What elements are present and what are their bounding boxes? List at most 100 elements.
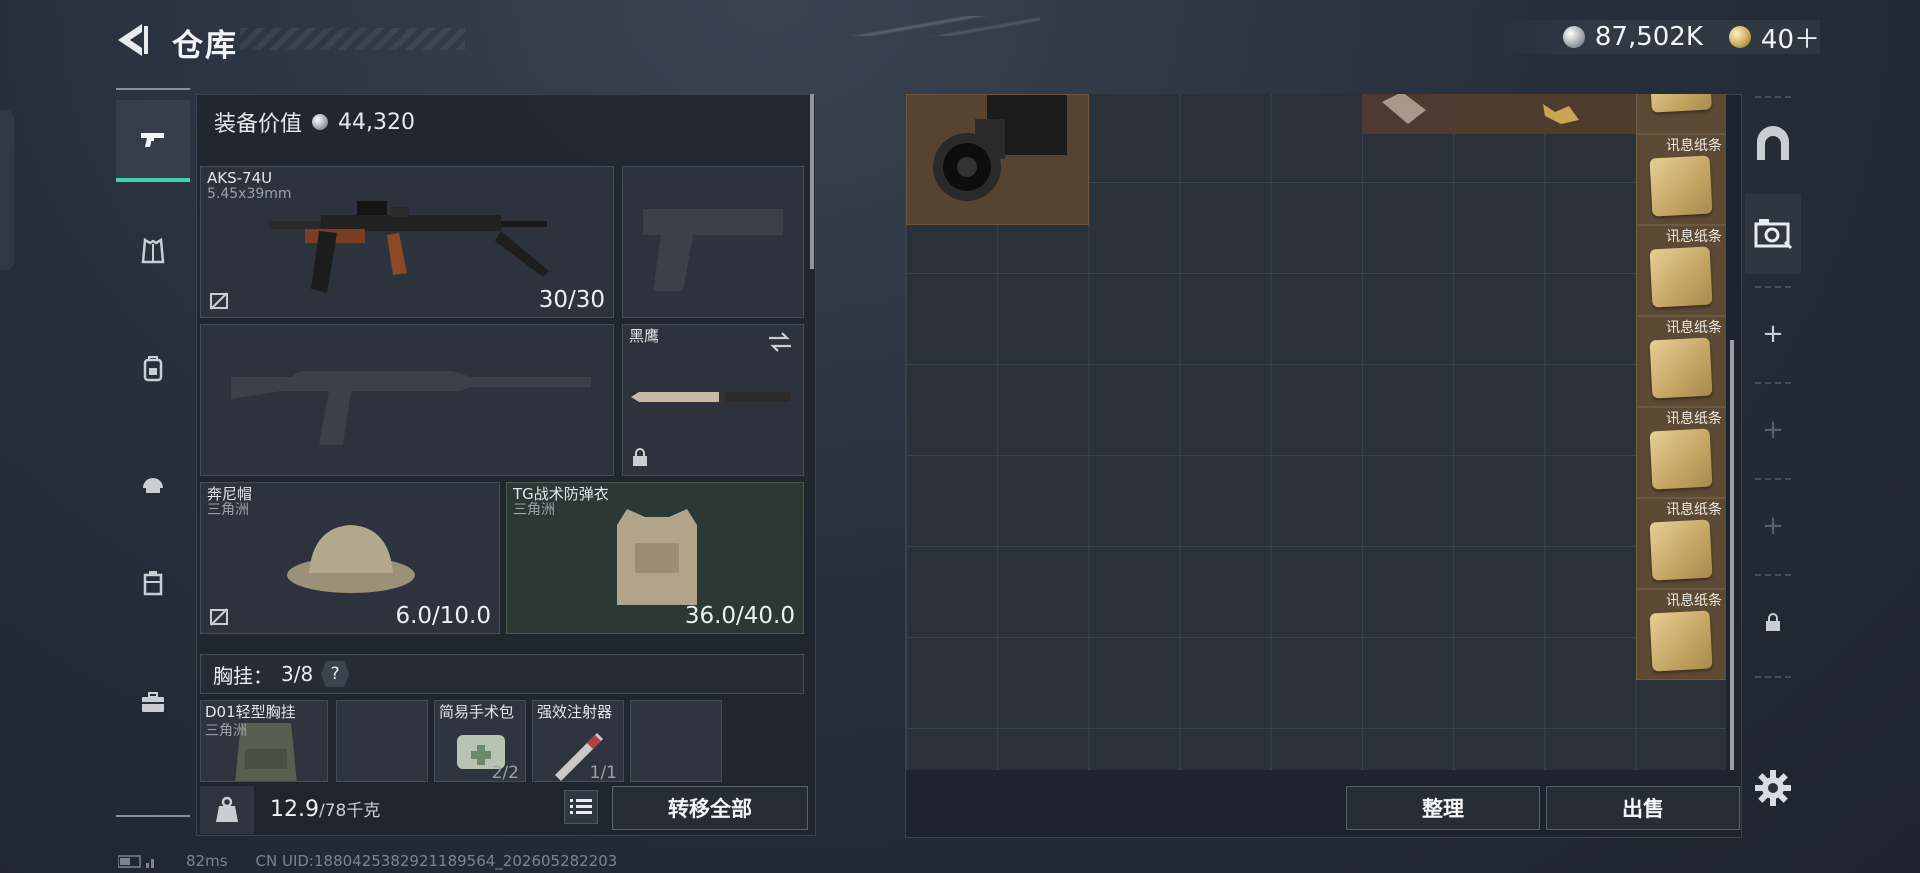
rail-tab-backpack[interactable] bbox=[116, 328, 190, 410]
rail-tab-container[interactable] bbox=[116, 542, 190, 624]
vest-icon bbox=[141, 237, 165, 264]
weight-icon bbox=[216, 796, 238, 822]
note-item[interactable]: 讯息纸条 bbox=[1636, 407, 1726, 498]
helmet-durability: 6.0/10.0 bbox=[395, 603, 491, 629]
note-item-partial[interactable] bbox=[1636, 94, 1726, 134]
title-stripe-decoration bbox=[240, 28, 465, 50]
boonie-hat-image bbox=[287, 525, 415, 593]
pistol-silhouette-icon bbox=[643, 209, 783, 291]
rig-item-name: 简易手术包 bbox=[439, 703, 515, 721]
note-paper-image bbox=[1649, 519, 1713, 581]
melee-slot[interactable]: 黑鹰 bbox=[622, 324, 804, 476]
note-paper-image bbox=[1650, 94, 1712, 113]
weight-lock-button[interactable] bbox=[200, 786, 254, 834]
note-label: 讯息纸条 bbox=[1666, 502, 1722, 518]
locked-page-button[interactable] bbox=[1745, 582, 1801, 662]
uid-readout: CN UID:18804253829211895​64_202605282203 bbox=[255, 852, 618, 870]
rail-separator bbox=[1755, 478, 1791, 480]
note-paper-image bbox=[1649, 337, 1713, 399]
gold-coin-icon bbox=[1728, 26, 1751, 48]
rig-item-origin: 三角洲 bbox=[205, 723, 247, 739]
stash-page-button[interactable] bbox=[1745, 104, 1801, 184]
rail-tab-helmet[interactable] bbox=[116, 442, 190, 524]
weapon-ammo: 30/30 bbox=[538, 287, 605, 313]
status-footer: 82ms CN UID:18804253829211895​64_2026052… bbox=[118, 852, 617, 870]
rig-item-slot-empty[interactable] bbox=[630, 700, 722, 782]
melee-name: 黑鹰 bbox=[629, 327, 660, 345]
camera-item[interactable] bbox=[906, 94, 1089, 225]
rail-tab-tools[interactable] bbox=[116, 662, 190, 744]
settings-button[interactable] bbox=[1753, 768, 1793, 808]
note-item[interactable]: 讯息纸条 bbox=[1636, 589, 1726, 680]
rig-item-count: 1/1 bbox=[589, 763, 617, 782]
silver-amount: 87,502K bbox=[1594, 22, 1703, 52]
plus-icon: + bbox=[1762, 415, 1784, 445]
add-page-button-disabled[interactable]: + bbox=[1745, 486, 1801, 566]
rig-item-slot-3[interactable]: 强效注射器 1/1 bbox=[532, 700, 624, 782]
chest-rig-bar: 胸挂： 3/8 ? bbox=[200, 654, 804, 694]
note-paper-image bbox=[1649, 246, 1713, 308]
note-label: 讯息纸条 bbox=[1666, 320, 1722, 336]
sell-button[interactable]: 出售 bbox=[1546, 786, 1740, 830]
helmet-origin: 三角洲 bbox=[207, 502, 249, 518]
no-insure-icon bbox=[210, 608, 228, 626]
rail-tab-weapons[interactable] bbox=[116, 100, 190, 182]
note-label: 讯息纸条 bbox=[1666, 229, 1722, 245]
lock-icon bbox=[633, 448, 647, 466]
rail-tab-rig[interactable] bbox=[116, 210, 190, 292]
list-view-button[interactable] bbox=[564, 790, 598, 824]
document-item-image bbox=[1382, 94, 1426, 124]
note-item[interactable]: 讯息纸条 bbox=[1636, 498, 1726, 589]
camera-sell-icon bbox=[1754, 219, 1793, 250]
knife-image bbox=[631, 389, 791, 405]
chest-rig-label: 胸挂： bbox=[213, 663, 273, 688]
note-item[interactable]: 讯息纸条 bbox=[1636, 225, 1726, 316]
item-partial-1[interactable] bbox=[1362, 94, 1453, 134]
page-title: 仓库 bbox=[172, 28, 238, 64]
swap-icon[interactable] bbox=[767, 331, 793, 353]
back-arrow-icon bbox=[118, 24, 148, 56]
helmet-slot[interactable]: 奔尼帽 三角洲 6.0/10.0 bbox=[200, 482, 500, 634]
equipment-scrollbar[interactable] bbox=[810, 94, 814, 269]
transfer-all-button[interactable]: 转移全部 bbox=[612, 786, 808, 830]
note-label: 讯息纸条 bbox=[1666, 138, 1722, 154]
rifle-silhouette-icon bbox=[231, 371, 591, 445]
rig-item-slot-2[interactable]: 简易手术包 2/2 bbox=[434, 700, 526, 782]
sidearm-slot[interactable] bbox=[622, 166, 804, 318]
edge-handle bbox=[0, 110, 14, 270]
equipment-value-amount: 44,320 bbox=[338, 109, 415, 135]
weight-current: 12.9 bbox=[270, 797, 319, 822]
rig-item-slot-1[interactable]: D01轻型胸挂 三角洲 bbox=[200, 700, 328, 782]
gear-icon bbox=[1755, 770, 1791, 806]
camera-page-button[interactable] bbox=[1745, 194, 1801, 274]
stash-scrollbar[interactable] bbox=[1730, 340, 1734, 770]
rail-separator bbox=[1755, 382, 1791, 384]
backpack-icon bbox=[143, 356, 163, 382]
silver-coin-icon bbox=[1562, 26, 1585, 48]
rig-item-slot-empty[interactable] bbox=[336, 700, 428, 782]
item-partial-2[interactable] bbox=[1453, 94, 1636, 134]
help-button[interactable]: ? bbox=[321, 661, 350, 687]
rig-item-name: 强效注射器 bbox=[537, 703, 613, 721]
weight-max: /78千克 bbox=[318, 801, 381, 821]
rail-separator bbox=[1755, 96, 1791, 98]
gold-amount[interactable]: 40＋ bbox=[1761, 19, 1820, 56]
primary-weapon-slot[interactable]: AKS-74U 5.45x39mm 30/30 bbox=[200, 166, 614, 318]
arch-icon bbox=[1757, 126, 1789, 160]
add-page-button[interactable]: + bbox=[1745, 294, 1801, 374]
note-item[interactable]: 讯息纸条 bbox=[1636, 134, 1726, 225]
armor-durability: 36.0/40.0 bbox=[684, 603, 795, 629]
battery-signal-icon bbox=[118, 855, 154, 868]
case-icon bbox=[143, 571, 163, 596]
ping-readout: 82ms bbox=[186, 852, 228, 870]
back-button[interactable] bbox=[112, 20, 152, 60]
sort-button[interactable]: 整理 bbox=[1346, 786, 1540, 830]
note-item[interactable]: 讯息纸条 bbox=[1636, 316, 1726, 407]
pistol-icon bbox=[141, 133, 164, 147]
chest-rig-capacity: 3/8 bbox=[281, 662, 314, 686]
rail-separator bbox=[1755, 574, 1791, 576]
secondary-weapon-slot[interactable] bbox=[200, 324, 614, 476]
add-page-button-disabled[interactable]: + bbox=[1745, 390, 1801, 470]
armor-slot[interactable]: TG战术防弹衣 三角洲 36.0/40.0 bbox=[506, 482, 804, 634]
stash-grid[interactable]: 讯息纸条 讯息纸条 讯息纸条 讯息纸条 讯息纸条 讯息纸条 bbox=[906, 94, 1726, 770]
